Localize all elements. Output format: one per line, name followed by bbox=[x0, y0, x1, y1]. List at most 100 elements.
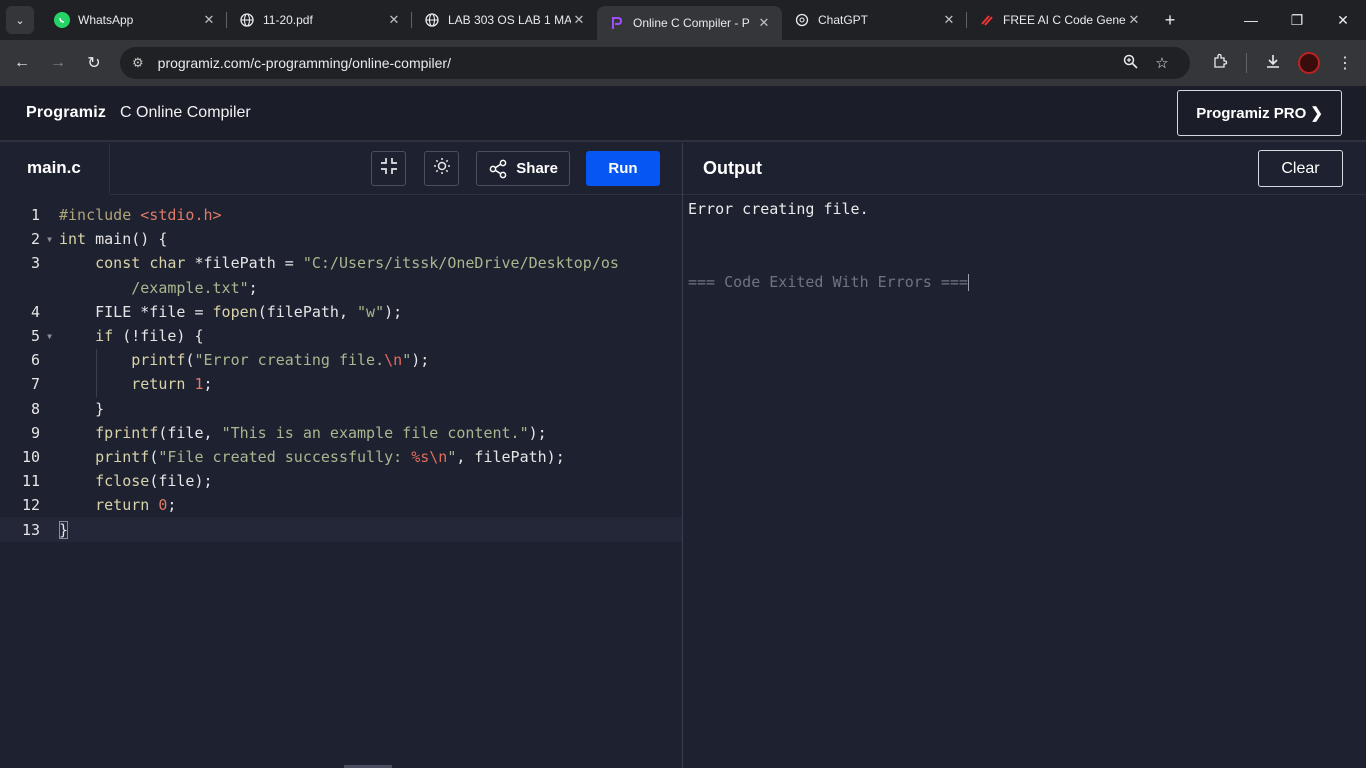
tab-whatsapp[interactable]: WhatsApp ✕ bbox=[42, 0, 227, 40]
code-line-wrap: /example.txt"; bbox=[131, 278, 258, 297]
site-settings-icon[interactable]: ⚙ bbox=[132, 55, 144, 71]
forward-button[interactable]: → bbox=[40, 45, 76, 81]
editor-actions: Share Run bbox=[353, 151, 682, 186]
code-line: 4 FILE *file = fopen(filePath, "w"); bbox=[0, 300, 682, 324]
tab-pdf[interactable]: 11-20.pdf ✕ bbox=[227, 0, 412, 40]
collapse-icon bbox=[380, 157, 398, 180]
file-tab-main-c[interactable]: main.c bbox=[0, 143, 110, 195]
output-title: Output bbox=[703, 158, 762, 178]
exit-message-text: === Code Exited With Errors === bbox=[688, 273, 968, 291]
page-title: C Online Compiler bbox=[120, 104, 251, 121]
code-line: 8 } bbox=[0, 397, 682, 421]
editor-toolbar: main.c Share Run bbox=[0, 143, 682, 195]
profile-avatar[interactable] bbox=[1298, 52, 1320, 74]
line-number: 9 bbox=[30, 423, 40, 442]
tab-online-c-compiler[interactable]: Online C Compiler - P ✕ bbox=[597, 6, 782, 40]
theme-toggle-button[interactable] bbox=[424, 151, 460, 186]
tab-title: 11-20.pdf bbox=[263, 13, 313, 27]
url-text[interactable]: programiz.com/c-programming/online-compi… bbox=[158, 55, 1114, 71]
tab-search-button[interactable]: ⌄ bbox=[6, 6, 34, 34]
new-tab-button[interactable]: + bbox=[1156, 6, 1184, 34]
line-number: 8 bbox=[30, 399, 40, 418]
bookmark-star-icon[interactable]: ☆ bbox=[1146, 54, 1178, 72]
tab-chatgpt[interactable]: ChatGPT ✕ bbox=[782, 0, 967, 40]
line-number: 3 bbox=[30, 254, 40, 273]
address-bar[interactable]: ⚙ programiz.com/c-programming/online-com… bbox=[120, 47, 1190, 79]
close-icon[interactable]: ✕ bbox=[941, 12, 957, 28]
close-icon[interactable]: ✕ bbox=[571, 12, 587, 28]
share-label: Share bbox=[516, 160, 558, 177]
code-line: 3 const char *filePath = "C:/Users/itssk… bbox=[0, 251, 682, 275]
reload-button[interactable]: ↻ bbox=[76, 45, 112, 81]
restore-button[interactable]: ❐ bbox=[1274, 0, 1320, 40]
tab-title: ChatGPT bbox=[818, 13, 869, 27]
more-vertical-icon: ⋮ bbox=[1337, 55, 1353, 72]
code-line: 7 return 1; bbox=[0, 372, 682, 396]
code-line: 12 return 0; bbox=[0, 493, 682, 517]
chatgpt-icon bbox=[794, 12, 810, 28]
programiz-icon bbox=[609, 15, 625, 31]
puzzle-icon bbox=[1212, 53, 1228, 74]
site-header: Programiz C Online Compiler Programiz PR… bbox=[0, 86, 1366, 142]
programiz-logo[interactable]: Programiz bbox=[26, 104, 106, 122]
browser-toolbar: ← → ↻ ⚙ programiz.com/c-programming/onli… bbox=[0, 40, 1366, 86]
exit-message: === Code Exited With Errors === bbox=[688, 273, 1366, 291]
fold-arrow-icon[interactable]: ▼ bbox=[40, 235, 59, 244]
line-number: 6 bbox=[30, 351, 40, 370]
download-icon bbox=[1265, 53, 1281, 74]
browser-menu-button[interactable]: ⋮ bbox=[1327, 45, 1363, 81]
line-number: 5 bbox=[30, 327, 40, 346]
line-number: 2 bbox=[30, 230, 40, 249]
reload-icon: ↻ bbox=[87, 55, 101, 72]
run-button[interactable]: Run bbox=[586, 151, 660, 186]
line-number: 12 bbox=[21, 496, 40, 515]
indent-guide bbox=[96, 349, 97, 397]
output-line: Error creating file. bbox=[688, 200, 869, 218]
share-button[interactable]: Share bbox=[476, 151, 570, 186]
output-toolbar: Output Clear bbox=[683, 143, 1366, 195]
code-line-current: 13} bbox=[0, 517, 682, 542]
fold-arrow-icon[interactable]: ▼ bbox=[40, 332, 59, 341]
code-line: 5 ▼ if (!file) { bbox=[0, 324, 682, 348]
code-area[interactable]: 1 #include <stdio.h> 2 ▼ int main() { 3 con… bbox=[0, 195, 682, 542]
globe-icon bbox=[239, 12, 255, 28]
downloads-button[interactable] bbox=[1255, 45, 1291, 81]
close-icon[interactable]: ✕ bbox=[201, 12, 217, 28]
tab-lab[interactable]: LAB 303 OS LAB 1 MA ✕ bbox=[412, 0, 597, 40]
line-number: 4 bbox=[30, 302, 40, 321]
share-icon bbox=[489, 159, 507, 178]
minimize-icon: — bbox=[1244, 12, 1258, 28]
minimize-button[interactable]: — bbox=[1228, 0, 1274, 40]
close-window-button[interactable]: ✕ bbox=[1320, 0, 1366, 40]
line-number: 11 bbox=[21, 472, 40, 491]
arrow-right-icon: → bbox=[50, 54, 66, 71]
line-number: 7 bbox=[30, 375, 40, 394]
extensions-button[interactable] bbox=[1202, 45, 1238, 81]
line-number: 10 bbox=[21, 447, 40, 466]
plus-icon: + bbox=[1164, 9, 1176, 30]
code-line: 11 fclose(file); bbox=[0, 469, 682, 493]
tab-title: LAB 303 OS LAB 1 MA bbox=[448, 13, 571, 27]
zoom-icon[interactable] bbox=[1114, 54, 1146, 73]
close-icon[interactable]: ✕ bbox=[756, 15, 772, 31]
chevron-down-icon: ⌄ bbox=[15, 14, 25, 27]
back-button[interactable]: ← bbox=[4, 45, 40, 81]
close-icon[interactable]: ✕ bbox=[1126, 12, 1142, 28]
code-line: 1 #include <stdio.h> bbox=[0, 203, 682, 227]
output-console[interactable]: Error creating file. === Code Exited Wit… bbox=[683, 195, 1366, 291]
fullscreen-toggle-button[interactable] bbox=[371, 151, 407, 186]
output-panel: Output Clear Error creating file. === Co… bbox=[682, 143, 1366, 768]
toolbar-actions: ⋮ bbox=[1202, 45, 1363, 81]
tab-title: WhatsApp bbox=[78, 13, 134, 27]
code-line: 10 printf("File created successfully: %s… bbox=[0, 445, 682, 469]
programiz-pro-button[interactable]: Programiz PRO ❯ bbox=[1177, 90, 1342, 136]
browser-tab-bar: ⌄ WhatsApp ✕ 11-20.pdf ✕ LAB 303 OS LAB … bbox=[0, 0, 1366, 40]
arrow-left-icon: ← bbox=[14, 54, 30, 71]
code-editor-panel: main.c Share Run 1 #include <stdio.h> 2 ▼ i… bbox=[0, 143, 682, 768]
close-icon[interactable]: ✕ bbox=[386, 12, 402, 28]
tab-code-generator[interactable]: FREE AI C Code Gene ✕ bbox=[967, 0, 1152, 40]
clear-button[interactable]: Clear bbox=[1258, 150, 1343, 187]
window-controls: — ❐ ✕ bbox=[1228, 0, 1366, 40]
line-number: 13 bbox=[21, 520, 40, 539]
codegen-icon bbox=[979, 12, 995, 28]
